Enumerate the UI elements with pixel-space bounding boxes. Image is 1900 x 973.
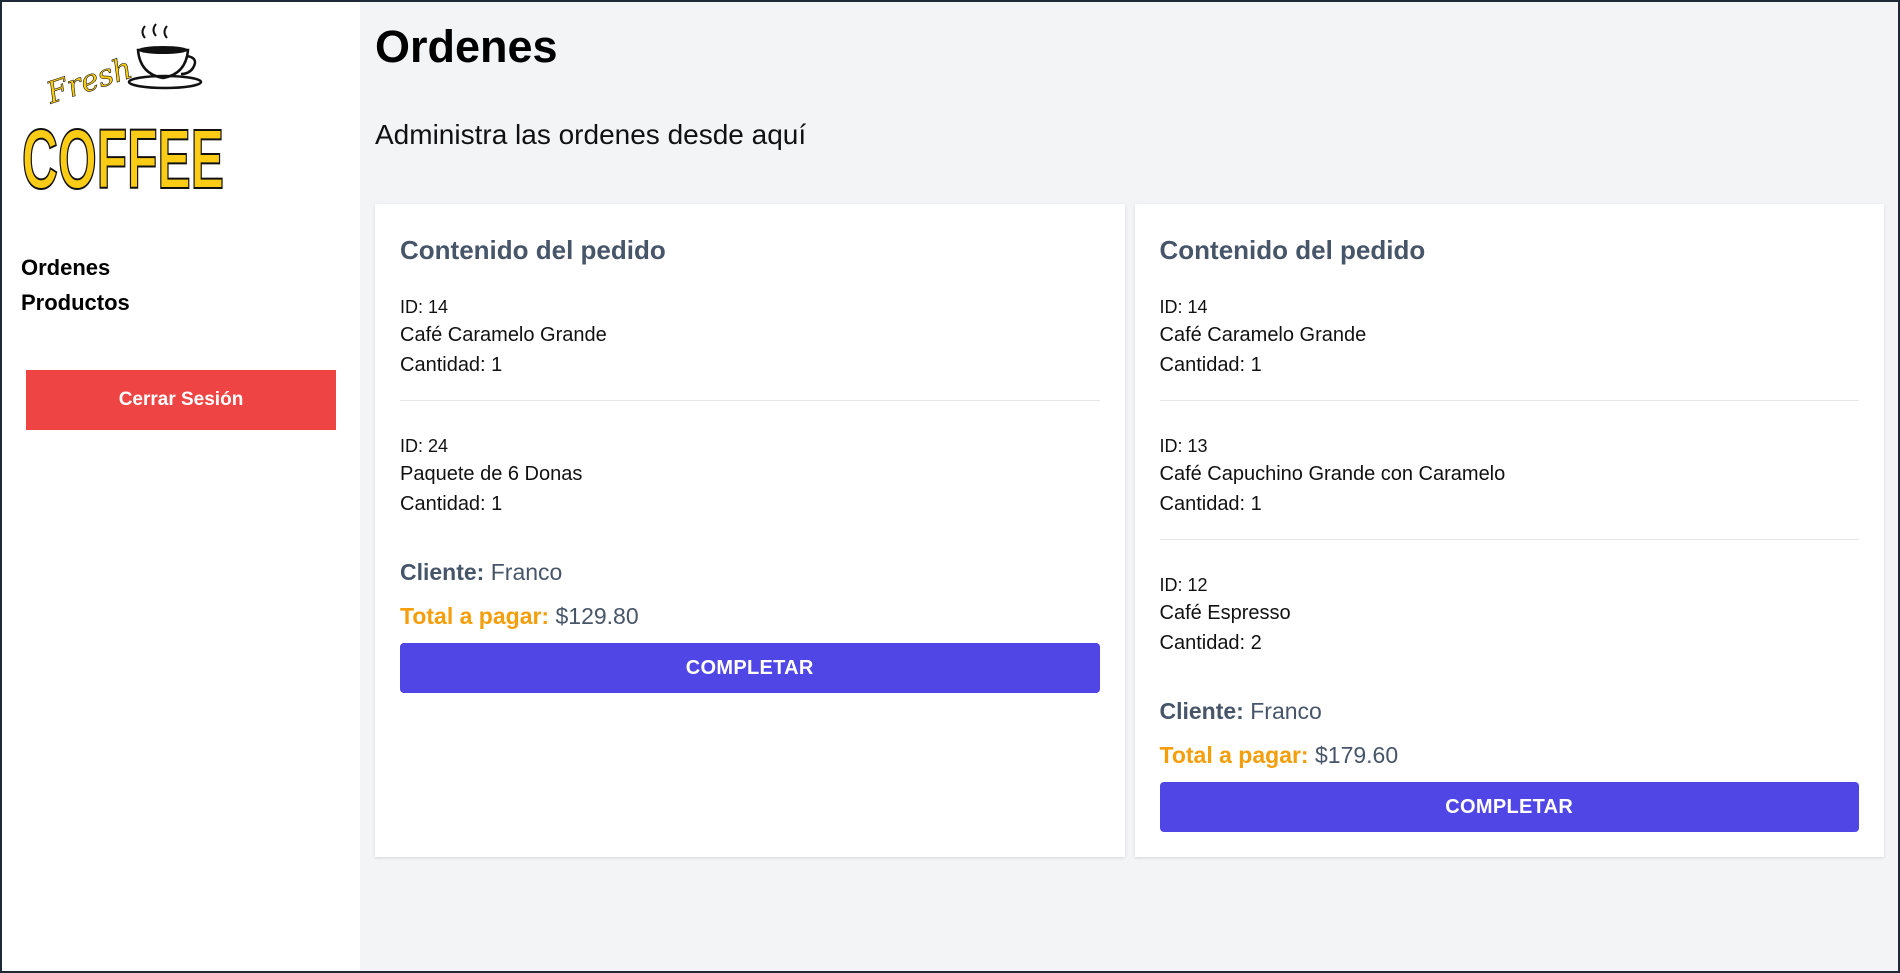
order-card: Contenido del pedido ID: 14 Café Caramel… (1134, 204, 1884, 857)
client-label: Cliente: (1159, 698, 1244, 724)
app-frame: Fresh COFFEE Ordenes Productos Cerrar Se… (2, 2, 1898, 971)
item-quantity: Cantidad: 1 (1159, 493, 1262, 515)
item-quantity: Cantidad: 1 (400, 354, 503, 376)
item-id: ID: 14 (400, 297, 449, 317)
item-name: Café Espresso (1159, 602, 1291, 624)
fresh-coffee-logo: Fresh COFFEE (21, 23, 225, 194)
item-quantity: Cantidad: 2 (1159, 632, 1262, 654)
order-heading: Contenido del pedido (400, 235, 666, 265)
page-subtitle: Administra las ordenes desde aquí (375, 119, 807, 150)
item-name: Café Caramelo Grande (400, 324, 607, 346)
order-item: ID: 12 Café Espresso Cantidad: 2 (1159, 539, 1859, 678)
item-name: Café Capuchino Grande con Caramelo (1159, 463, 1506, 485)
item-name: Café Caramelo Grande (1159, 324, 1367, 346)
total-value: $179.60 (1315, 742, 1399, 768)
order-item: ID: 13 Café Capuchino Grande con Caramel… (1159, 400, 1859, 539)
total-label: Total a pagar: (400, 603, 550, 629)
client-name: Franco (1250, 698, 1322, 724)
total-value: $129.80 (555, 603, 639, 629)
item-name: Paquete de 6 Donas (400, 463, 583, 485)
logo-coffee-text: COFFEE (22, 112, 224, 194)
logout-button[interactable]: Cerrar Sesión (26, 370, 336, 430)
complete-order-button[interactable]: COMPLETAR (1159, 782, 1859, 832)
sidebar-nav: Ordenes Productos (2, 250, 360, 320)
order-heading: Contenido del pedido (1159, 235, 1426, 265)
order-client: Cliente: Franco (400, 555, 1100, 589)
main-content: Ordenes Administra las ordenes desde aqu… (360, 2, 1898, 971)
order-item: ID: 14 Café Caramelo Grande Cantidad: 1 (1160, 294, 1860, 400)
item-id: ID: 13 (1159, 436, 1208, 456)
complete-order-button[interactable]: COMPLETAR (400, 643, 1100, 693)
item-id: ID: 14 (1159, 297, 1208, 317)
sidebar-item-ordenes[interactable]: Ordenes (21, 250, 360, 285)
order-client: Cliente: Franco (1160, 694, 1860, 728)
item-quantity: Cantidad: 1 (1159, 354, 1262, 376)
item-id: ID: 24 (400, 436, 449, 456)
orders-grid: Contenido del pedido ID: 14 Café Caramel… (375, 204, 1884, 857)
client-label: Cliente: (400, 559, 485, 585)
sidebar-item-productos[interactable]: Productos (21, 285, 360, 320)
total-label: Total a pagar: (1159, 742, 1309, 768)
client-name: Franco (490, 559, 563, 585)
item-id: ID: 12 (1159, 575, 1208, 595)
order-total: Total a pagar: $179.60 (1160, 738, 1860, 772)
order-total: Total a pagar: $129.80 (400, 599, 1100, 633)
item-quantity: Cantidad: 1 (400, 493, 503, 515)
order-item: ID: 24 Paquete de 6 Donas Cantidad: 1 (400, 400, 1100, 539)
order-card: Contenido del pedido ID: 14 Café Caramel… (375, 204, 1125, 857)
order-item: ID: 14 Café Caramelo Grande Cantidad: 1 (400, 294, 1100, 400)
logo-fresh-text: Fresh (42, 51, 137, 112)
page-title: Ordenes (375, 21, 558, 72)
sidebar: Fresh COFFEE Ordenes Productos Cerrar Se… (2, 2, 360, 971)
